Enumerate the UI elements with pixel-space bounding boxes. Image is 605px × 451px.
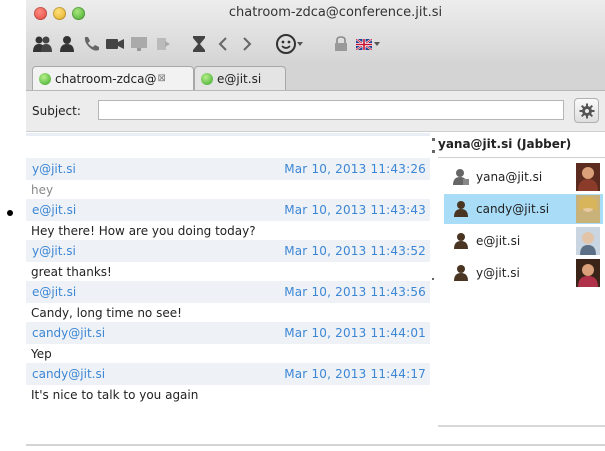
emoticon-button[interactable] <box>272 33 306 55</box>
brown-user-icon <box>452 200 470 218</box>
back-button[interactable] <box>212 33 234 55</box>
message-header: e@jit.si Mar 10, 2013 11:43:43 <box>26 199 430 221</box>
user-icon <box>60 36 74 52</box>
occupant-name: e@jit.si <box>476 234 521 248</box>
transcript-top-rule <box>26 133 430 136</box>
bullet-marker <box>7 210 13 216</box>
avatar <box>576 195 600 223</box>
message-timestamp: Mar 10, 2013 11:44:17 <box>284 367 426 381</box>
message-sender: e@jit.si <box>32 203 77 217</box>
desktop-share-button[interactable] <box>128 33 150 55</box>
message-header: e@jit.si Mar 10, 2013 11:43:56 <box>26 281 430 303</box>
forward-icon <box>243 37 252 51</box>
phone-icon <box>84 37 99 51</box>
message-timestamp: Mar 10, 2013 11:43:56 <box>284 285 426 299</box>
subject-bar: Subject: <box>26 91 605 132</box>
splitter-handle-bottom <box>432 278 434 280</box>
message-sender: e@jit.si <box>32 285 77 299</box>
chat-window: chatroom-zdca@conference.jit.si chatroom… <box>26 0 605 451</box>
message-sender: y@jit.si <box>32 244 76 258</box>
tab-chatroom[interactable]: chatroom-zdca@ ⊠ <box>32 66 194 90</box>
window-title: chatroom-zdca@conference.jit.si <box>228 5 443 20</box>
title-bar: chatroom-zdca@conference.jit.si <box>26 0 605 60</box>
occupant-item[interactable]: y@jit.si <box>444 258 603 288</box>
occupant-list-bottom-rule <box>438 425 605 427</box>
message-sender: y@jit.si <box>32 162 76 176</box>
avatar <box>576 227 600 255</box>
occupant-name: yana@jit.si <box>476 170 543 184</box>
message-header: y@jit.si Mar 10, 2013 11:43:26 <box>26 158 430 180</box>
video-camera-icon <box>106 39 124 49</box>
message-input-divider <box>26 444 605 446</box>
chevron-down-icon <box>297 42 303 46</box>
invite-users-icon <box>33 36 52 52</box>
occupant-list-header: yana@jit.si (Jabber) <box>438 137 572 151</box>
tab-label: chatroom-zdca@ <box>55 71 157 86</box>
message-text: Hey there! How are you doing today? <box>31 223 256 238</box>
occupant-item[interactable]: candy@jit.si <box>444 194 603 224</box>
desktop-share-icon <box>131 37 147 51</box>
chat-transcript[interactable]: y@jit.si Mar 10, 2013 11:43:26 hey e@jit… <box>26 132 430 442</box>
occupant-name: y@jit.si <box>476 266 520 280</box>
call-button[interactable] <box>80 33 102 55</box>
message-header: candy@jit.si Mar 10, 2013 11:44:01 <box>26 322 430 344</box>
online-status-icon <box>39 72 51 85</box>
splitter-handle-mid <box>432 150 435 153</box>
settings-button[interactable] <box>574 98 599 123</box>
language-button[interactable] <box>354 33 382 55</box>
smiley-icon <box>276 34 296 54</box>
hourglass-icon <box>193 36 205 52</box>
pane-splitter[interactable] <box>432 132 436 442</box>
encryption-button[interactable] <box>330 33 352 55</box>
message-text: Candy, long time no see! <box>31 305 182 320</box>
grey-user-icon <box>452 168 470 186</box>
message-timestamp: Mar 10, 2013 11:43:43 <box>284 203 426 217</box>
message-text: Yep <box>31 346 52 361</box>
message-timestamp: Mar 10, 2013 11:44:01 <box>284 326 426 340</box>
message-sender: candy@jit.si <box>32 326 106 340</box>
close-tab-icon[interactable]: ⊠ <box>158 73 166 84</box>
send-file-icon <box>157 38 170 50</box>
gear-icon <box>579 103 594 118</box>
video-call-button[interactable] <box>104 33 126 55</box>
user-info-button[interactable] <box>56 33 78 55</box>
back-icon <box>218 37 227 51</box>
occupant-header-rule <box>438 157 605 158</box>
avatar <box>576 259 600 287</box>
lock-icon <box>335 36 347 51</box>
send-file-button[interactable] <box>152 33 174 55</box>
subject-input[interactable] <box>98 100 564 120</box>
invite-users-button[interactable] <box>32 33 54 55</box>
history-button[interactable] <box>188 33 210 55</box>
occupant-list: yana@jit.si (Jabber) yana@jit.si candy@j… <box>438 132 605 427</box>
chevron-down-icon <box>374 42 380 46</box>
splitter-handle-top <box>432 138 435 141</box>
message-header: y@jit.si Mar 10, 2013 11:43:52 <box>26 240 430 262</box>
tab-label: e@jit.si <box>217 71 262 86</box>
brown-user-icon <box>452 264 470 282</box>
tab-bar: chatroom-zdca@ ⊠ e@jit.si <box>26 60 605 91</box>
message-header: candy@jit.si Mar 10, 2013 11:44:17 <box>26 363 430 385</box>
tab-e-jit-si[interactable]: e@jit.si <box>194 66 286 90</box>
avatar <box>576 163 600 191</box>
message-timestamp: Mar 10, 2013 11:43:52 <box>284 244 426 258</box>
subject-label: Subject: <box>32 104 81 118</box>
message-text: hey <box>31 182 54 197</box>
message-timestamp: Mar 10, 2013 11:43:26 <box>284 162 426 176</box>
occupant-item[interactable]: yana@jit.si <box>444 162 603 192</box>
brown-user-icon <box>452 232 470 250</box>
online-status-icon <box>201 72 213 85</box>
flag-icon <box>356 38 372 50</box>
occupant-name: candy@jit.si <box>476 202 550 216</box>
occupant-item[interactable]: e@jit.si <box>444 226 603 256</box>
forward-button[interactable] <box>236 33 258 55</box>
toolbar <box>32 32 384 56</box>
message-text: It's nice to talk to you again <box>31 387 199 402</box>
message-sender: candy@jit.si <box>32 367 106 381</box>
message-list: y@jit.si Mar 10, 2013 11:43:26 hey e@jit… <box>26 158 430 404</box>
message-text: great thanks! <box>31 264 112 279</box>
